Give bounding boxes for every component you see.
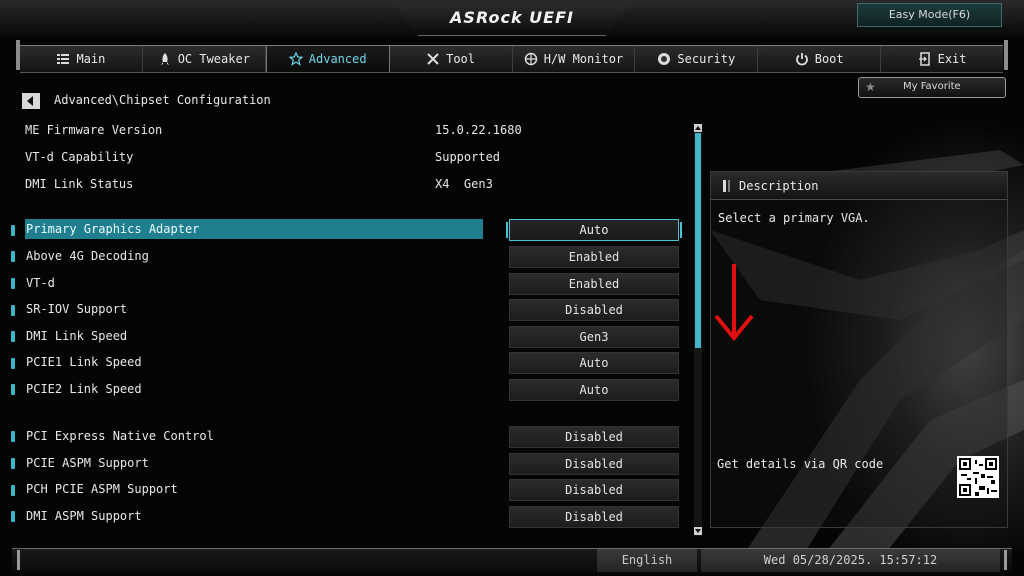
setting-value-dropdown[interactable]: Disabled [509,299,679,321]
tools-icon [427,53,439,65]
tab-hw-monitor[interactable]: H/W Monitor [512,46,636,72]
asrock-uefi-logo: ASRock UEFI [450,8,574,27]
monitor-icon [524,52,537,66]
my-favorite-label: My Favorite [903,81,961,92]
tab-exit[interactable]: Exit [881,46,1003,72]
setting-marker [11,511,15,522]
breadcrumb: Advanced\Chipset Configuration [54,93,271,107]
setting-value-dropdown[interactable]: Disabled [509,453,679,475]
setting-marker [11,458,15,469]
tab-oc-tweaker-label: OC Tweaker [177,52,250,66]
qr-code-caption: Get details via QR code [717,457,884,471]
setting-value-dropdown[interactable]: Enabled [509,273,679,295]
description-text: Select a primary VGA. [718,211,870,225]
tab-boot-label: Boot [814,52,844,66]
info-value: X4 Gen3 [435,177,493,191]
setting-pch-pcie-aspm-support[interactable]: PCH PCIE ASPM Support [25,479,483,499]
setting-marker [11,331,15,342]
setting-value-dropdown[interactable]: Gen3 [509,326,679,348]
tab-main-label: Main [76,52,106,66]
setting-marker [11,225,15,236]
language-button[interactable]: English [597,549,697,572]
description-bar-icon [728,180,730,192]
favorite-star-icon: ★ [865,80,876,94]
easy-mode-button[interactable]: Easy Mode(F6) [857,3,1002,27]
scroll-up-icon[interactable] [694,124,702,132]
tabbar-right-edge [1004,40,1008,70]
setting-marker [11,278,15,289]
tab-main[interactable]: Main [20,46,143,72]
setting-value-dropdown[interactable]: Enabled [509,246,679,268]
setting-value-dropdown[interactable]: Disabled [509,479,679,501]
setting-marker [11,305,15,316]
setting-dmi-link-speed[interactable]: DMI Link Speed [25,326,483,346]
tab-security-label: Security [677,52,736,66]
setting-value-dropdown[interactable]: Auto [506,219,682,241]
red-down-arrow-icon [714,264,754,342]
list-icon [57,54,70,64]
tab-hw-monitor-label: H/W Monitor [543,52,624,66]
setting-vt-d[interactable]: VT-d [25,273,483,293]
power-icon [795,53,808,66]
setting-marker [11,251,15,262]
tab-boot[interactable]: Boot [758,46,882,72]
back-button[interactable] [22,93,40,109]
setting-pcie1-link-speed[interactable]: PCIE1 Link Speed [25,352,483,372]
main-tabbar: Main OC Tweaker Advanced Tool H/W Monito… [20,45,1003,73]
setting-pcie2-link-speed[interactable]: PCIE2 Link Speed [25,379,483,399]
setting-primary-graphics-adapter[interactable]: Primary Graphics Adapter [25,219,483,239]
info-label: ME Firmware Version [25,123,163,137]
info-label: VT-d Capability [25,150,134,164]
tab-oc-tweaker[interactable]: OC Tweaker [142,46,266,72]
setting-pcie-aspm-support[interactable]: PCIE ASPM Support [25,453,483,473]
tab-tool[interactable]: Tool [389,46,513,72]
rocket-icon [160,53,169,65]
datetime-display: Wed 05/28/2025. 15:57:12 [701,549,1000,572]
scrollbar-thumb[interactable] [695,133,701,348]
description-bar-icon [723,180,726,192]
setting-above-4g-decoding[interactable]: Above 4G Decoding [25,246,483,266]
tab-exit-label: Exit [937,52,967,66]
setting-pci-express-native-control[interactable]: PCI Express Native Control [25,426,483,446]
tab-tool-label: Tool [446,52,476,66]
setting-value-dropdown[interactable]: Disabled [509,506,679,528]
info-value: 15.0.22.1680 [435,123,522,137]
setting-marker [11,358,15,369]
info-value: Supported [435,150,501,164]
my-favorite-button[interactable]: ★ My Favorite [858,77,1006,98]
tab-security[interactable]: Security [635,46,759,72]
info-label: DMI Link Status [25,177,134,191]
setting-dmi-aspm-support[interactable]: DMI ASPM Support [25,506,483,526]
description-title: Description [739,179,819,193]
tab-advanced-label: Advanced [308,52,367,66]
footer-right-edge [1004,550,1007,570]
star-icon [288,52,303,66]
setting-marker [11,485,15,496]
setting-value-dropdown[interactable]: Auto [509,352,679,374]
setting-marker [11,384,15,395]
footer-left-edge [17,550,20,570]
setting-value-dropdown[interactable]: Disabled [509,426,679,448]
setting-value-dropdown[interactable]: Auto [509,379,679,401]
scroll-down-icon[interactable] [694,527,702,535]
setting-sr-iov-support[interactable]: SR-IOV Support [25,299,483,319]
tab-advanced[interactable]: Advanced [265,46,390,72]
qr-code-icon[interactable] [957,456,999,498]
exit-icon [918,52,930,66]
shield-icon [658,53,671,65]
setting-marker [11,431,15,442]
